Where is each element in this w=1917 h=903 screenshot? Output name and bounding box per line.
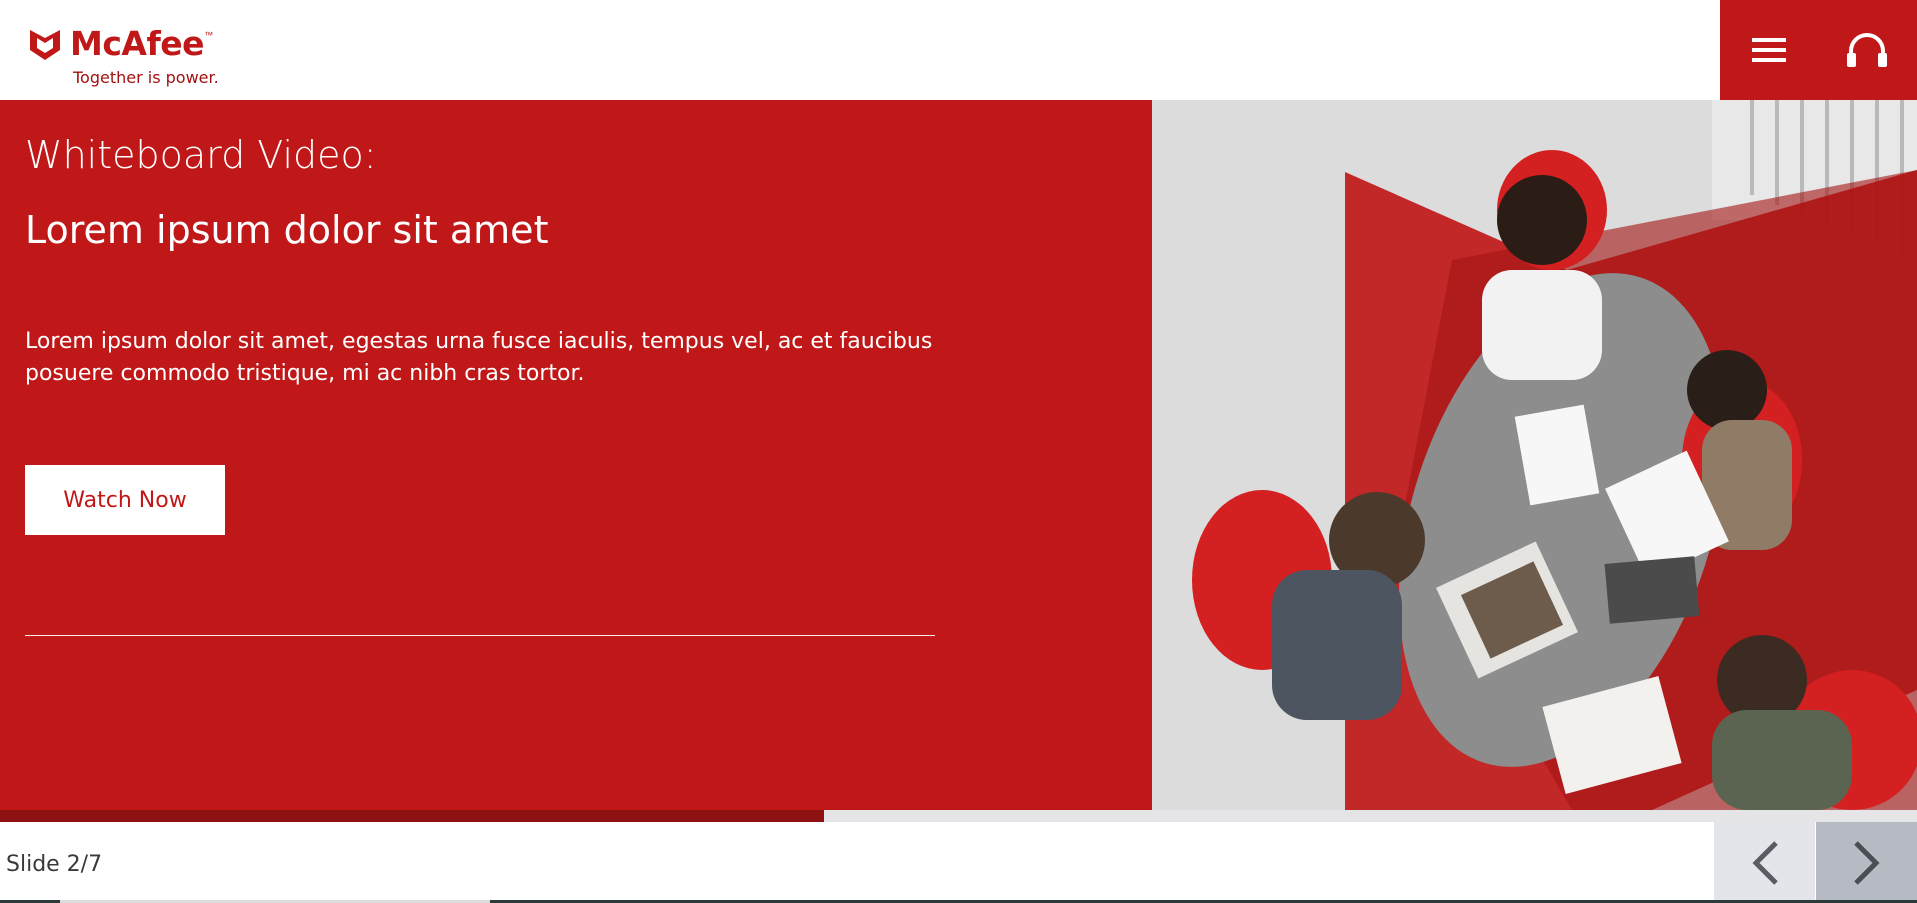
hero-title: Lorem ipsum dolor sit amet <box>25 208 549 252</box>
chevron-left-icon <box>1751 840 1778 885</box>
site-header: McAfee ™ Together is power. <box>0 0 1917 100</box>
slide-progress-bar <box>0 810 1917 822</box>
divider-line <box>25 635 935 636</box>
watch-now-button[interactable]: Watch Now <box>25 465 225 535</box>
logo-trademark: ™ <box>204 30 214 40</box>
team-meeting-illustration <box>1152 100 1917 810</box>
header-actions <box>1720 0 1917 100</box>
hamburger-menu-icon <box>1752 38 1786 62</box>
support-button[interactable] <box>1818 0 1916 100</box>
hero-panel: Whiteboard Video: Lorem ipsum dolor sit … <box>0 100 1152 810</box>
hero-kicker: Whiteboard Video: <box>25 133 377 177</box>
logo-row: McAfee ™ <box>28 26 248 62</box>
hero-body: Lorem ipsum dolor sit amet, egestas urna… <box>25 329 933 386</box>
logo-tagline: Together is power. <box>73 68 219 87</box>
logo-wordmark: McAfee <box>70 24 205 63</box>
previous-slide-button[interactable] <box>1714 822 1815 903</box>
headset-icon <box>1847 33 1887 67</box>
next-slide-button[interactable] <box>1816 822 1917 903</box>
team-meeting-photo <box>1152 100 1917 810</box>
chevron-right-icon <box>1853 840 1880 885</box>
slide-counter: Slide 2/7 <box>6 852 103 877</box>
shield-logo-icon <box>30 30 60 60</box>
mcafee-logo[interactable]: McAfee ™ Together is power. <box>28 26 248 88</box>
slide-progress-fill <box>0 810 825 822</box>
slide-navigation <box>1714 822 1917 903</box>
menu-button[interactable] <box>1720 0 1818 100</box>
slide-footer: Slide 2/7 <box>0 822 1917 903</box>
